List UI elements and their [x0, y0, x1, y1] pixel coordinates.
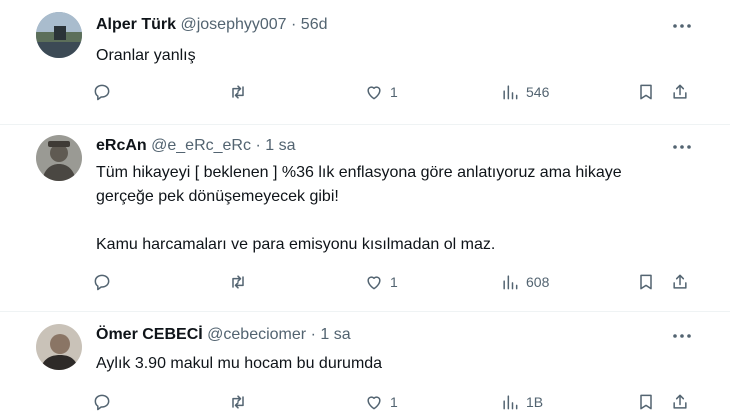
- views-button[interactable]: 608: [500, 270, 549, 294]
- bookmark-icon: [640, 274, 652, 290]
- retweet-button[interactable]: [228, 270, 248, 294]
- views-icon: [503, 275, 518, 290]
- view-count: 1B: [526, 394, 544, 410]
- more-icon[interactable]: [670, 16, 694, 36]
- like-icon: [367, 276, 381, 290]
- bookmark-button[interactable]: [636, 390, 656, 414]
- reply-icon: [94, 394, 110, 411]
- like-count: 1: [390, 394, 398, 410]
- reply-icon: [94, 274, 110, 291]
- view-count: 608: [526, 274, 550, 290]
- tweet-text: Oranlar yanlış: [96, 47, 196, 64]
- views-icon: [503, 395, 518, 410]
- handle[interactable]: @josephyy007: [180, 16, 286, 33]
- more-icon[interactable]: [670, 326, 694, 346]
- share-icon: [673, 84, 687, 99]
- avatar[interactable]: [36, 324, 82, 370]
- retweet-button[interactable]: [228, 80, 248, 104]
- avatar[interactable]: [36, 135, 82, 181]
- timestamp[interactable]: 1 sa: [265, 137, 295, 154]
- share-button[interactable]: [670, 270, 690, 294]
- display-name[interactable]: Alper Türk: [96, 16, 176, 33]
- reply-button[interactable]: [92, 390, 112, 414]
- bookmark-button[interactable]: [636, 270, 656, 294]
- like-count: 1: [390, 274, 398, 290]
- bookmark-icon: [640, 394, 652, 410]
- retweet-icon: [232, 395, 244, 409]
- reply-icon: [94, 84, 110, 101]
- views-icon: [503, 85, 518, 100]
- tweet-text: Tüm hikayeyi [ beklenen ] %36 lık enflas…: [96, 164, 622, 253]
- views-button[interactable]: 1B: [500, 390, 543, 414]
- retweet-button[interactable]: [228, 390, 248, 414]
- tweet[interactable]: eRcAn @e_eRc_eRc · 1 sa Tüm hikayeyi [ b…: [0, 125, 730, 311]
- separator: ·: [310, 326, 316, 343]
- handle[interactable]: @cebeciomer: [207, 326, 306, 343]
- share-icon: [673, 274, 687, 289]
- retweet-icon: [232, 85, 244, 99]
- display-name[interactable]: eRcAn: [96, 137, 147, 154]
- like-button[interactable]: 1: [364, 270, 398, 294]
- retweet-icon: [232, 275, 244, 289]
- like-icon: [367, 86, 381, 100]
- share-button[interactable]: [670, 80, 690, 104]
- like-button[interactable]: 1: [364, 390, 398, 414]
- bookmark-button[interactable]: [636, 80, 656, 104]
- tweet[interactable]: Alper Türk @josephyy007 · 56d Oranlar ya…: [0, 0, 730, 124]
- share-icon: [673, 394, 687, 409]
- display-name[interactable]: Ömer CEBECİ: [96, 326, 203, 343]
- timestamp[interactable]: 1 sa: [320, 326, 350, 343]
- more-icon[interactable]: [670, 137, 694, 157]
- like-button[interactable]: 1: [364, 80, 398, 104]
- timestamp[interactable]: 56d: [301, 16, 328, 33]
- handle[interactable]: @e_eRc_eRc: [151, 137, 251, 154]
- like-count: 1: [390, 84, 398, 100]
- tweet-text: Aylık 3.90 makul mu hocam bu durumda: [96, 355, 383, 372]
- reply-button[interactable]: [92, 80, 112, 104]
- avatar[interactable]: [36, 12, 82, 58]
- separator: ·: [291, 16, 297, 33]
- bookmark-icon: [640, 84, 652, 100]
- share-button[interactable]: [670, 390, 690, 414]
- views-button[interactable]: 546: [500, 80, 549, 104]
- separator: ·: [255, 137, 261, 154]
- tweet[interactable]: Ömer CEBECİ @cebeciomer · 1 sa Aylık 3.9…: [0, 312, 730, 420]
- like-icon: [367, 396, 381, 410]
- reply-button[interactable]: [92, 270, 112, 294]
- view-count: 546: [526, 84, 550, 100]
